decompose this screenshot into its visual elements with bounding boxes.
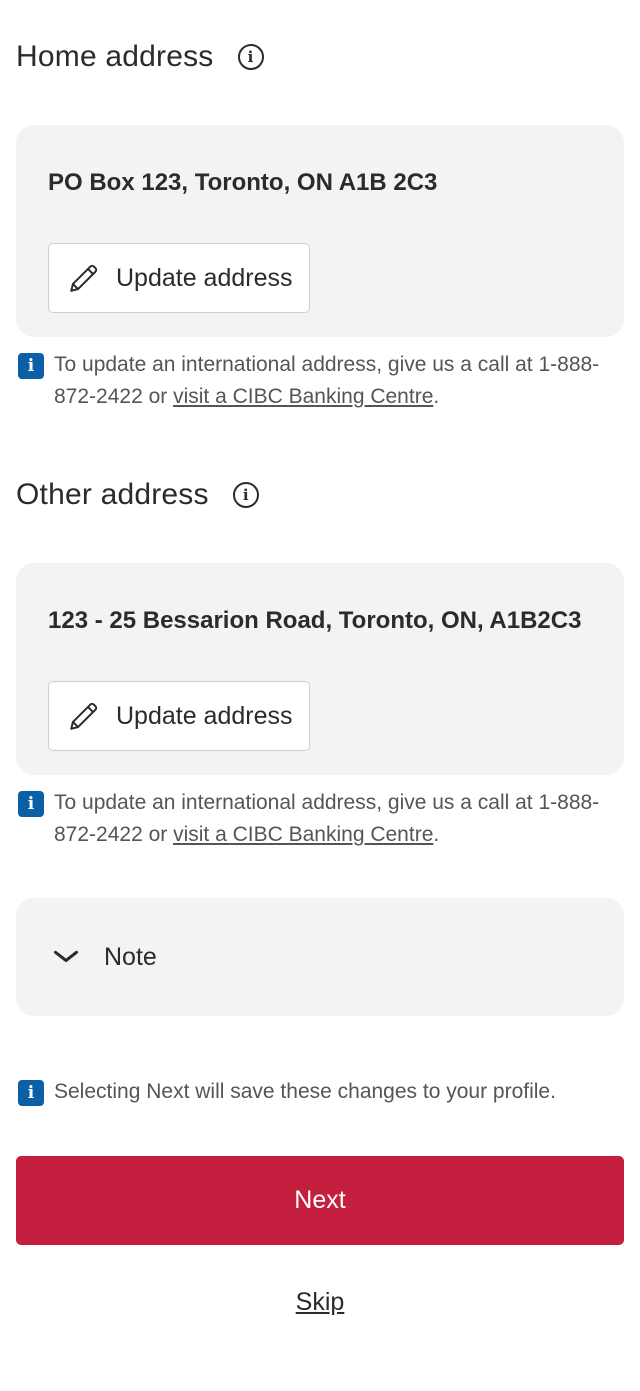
chevron-down-icon [53,950,79,963]
other-international-note-text: To update an international address, give… [54,791,600,846]
other-update-address-label: Update address [116,701,293,730]
home-address-heading: Home address i [16,40,264,74]
home-address-info-icon[interactable]: i [237,44,264,70]
note-accordion[interactable]: Note [16,898,624,1016]
other-international-note: i To update an international address, gi… [18,787,618,851]
save-notice-text: Selecting Next will save these changes t… [54,1080,556,1103]
home-international-note-text: To update an international address, give… [54,353,600,408]
other-update-address-button[interactable]: Update address [48,681,310,751]
pencil-icon [70,264,98,292]
home-update-address-button[interactable]: Update address [48,243,310,313]
other-banking-centre-link[interactable]: visit a CIBC Banking Centre [173,823,433,846]
home-update-address-label: Update address [116,263,293,292]
pencil-icon [70,702,98,730]
info-badge-icon: i [18,353,44,379]
other-address-value: 123 - 25 Bessarion Road, Toronto, ON, A1… [48,607,582,634]
next-button[interactable]: Next [16,1156,624,1245]
skip-link[interactable]: Skip [0,1288,640,1317]
info-badge-icon: i [18,791,44,817]
home-address-value: PO Box 123, Toronto, ON A1B 2C3 [48,169,438,196]
home-international-note: i To update an international address, gi… [18,349,618,413]
home-address-title: Home address [16,40,214,73]
other-address-heading: Other address i [16,478,259,512]
save-notice: i Selecting Next will save these changes… [18,1076,618,1108]
home-address-card: PO Box 123, Toronto, ON A1B 2C3 Update a… [16,125,624,337]
info-badge-icon: i [18,1080,44,1106]
other-address-info-icon[interactable]: i [232,482,259,508]
note-accordion-label: Note [104,942,157,971]
home-banking-centre-link[interactable]: visit a CIBC Banking Centre [173,385,433,408]
other-address-title: Other address [16,478,209,511]
other-address-card: 123 - 25 Bessarion Road, Toronto, ON, A1… [16,563,624,775]
